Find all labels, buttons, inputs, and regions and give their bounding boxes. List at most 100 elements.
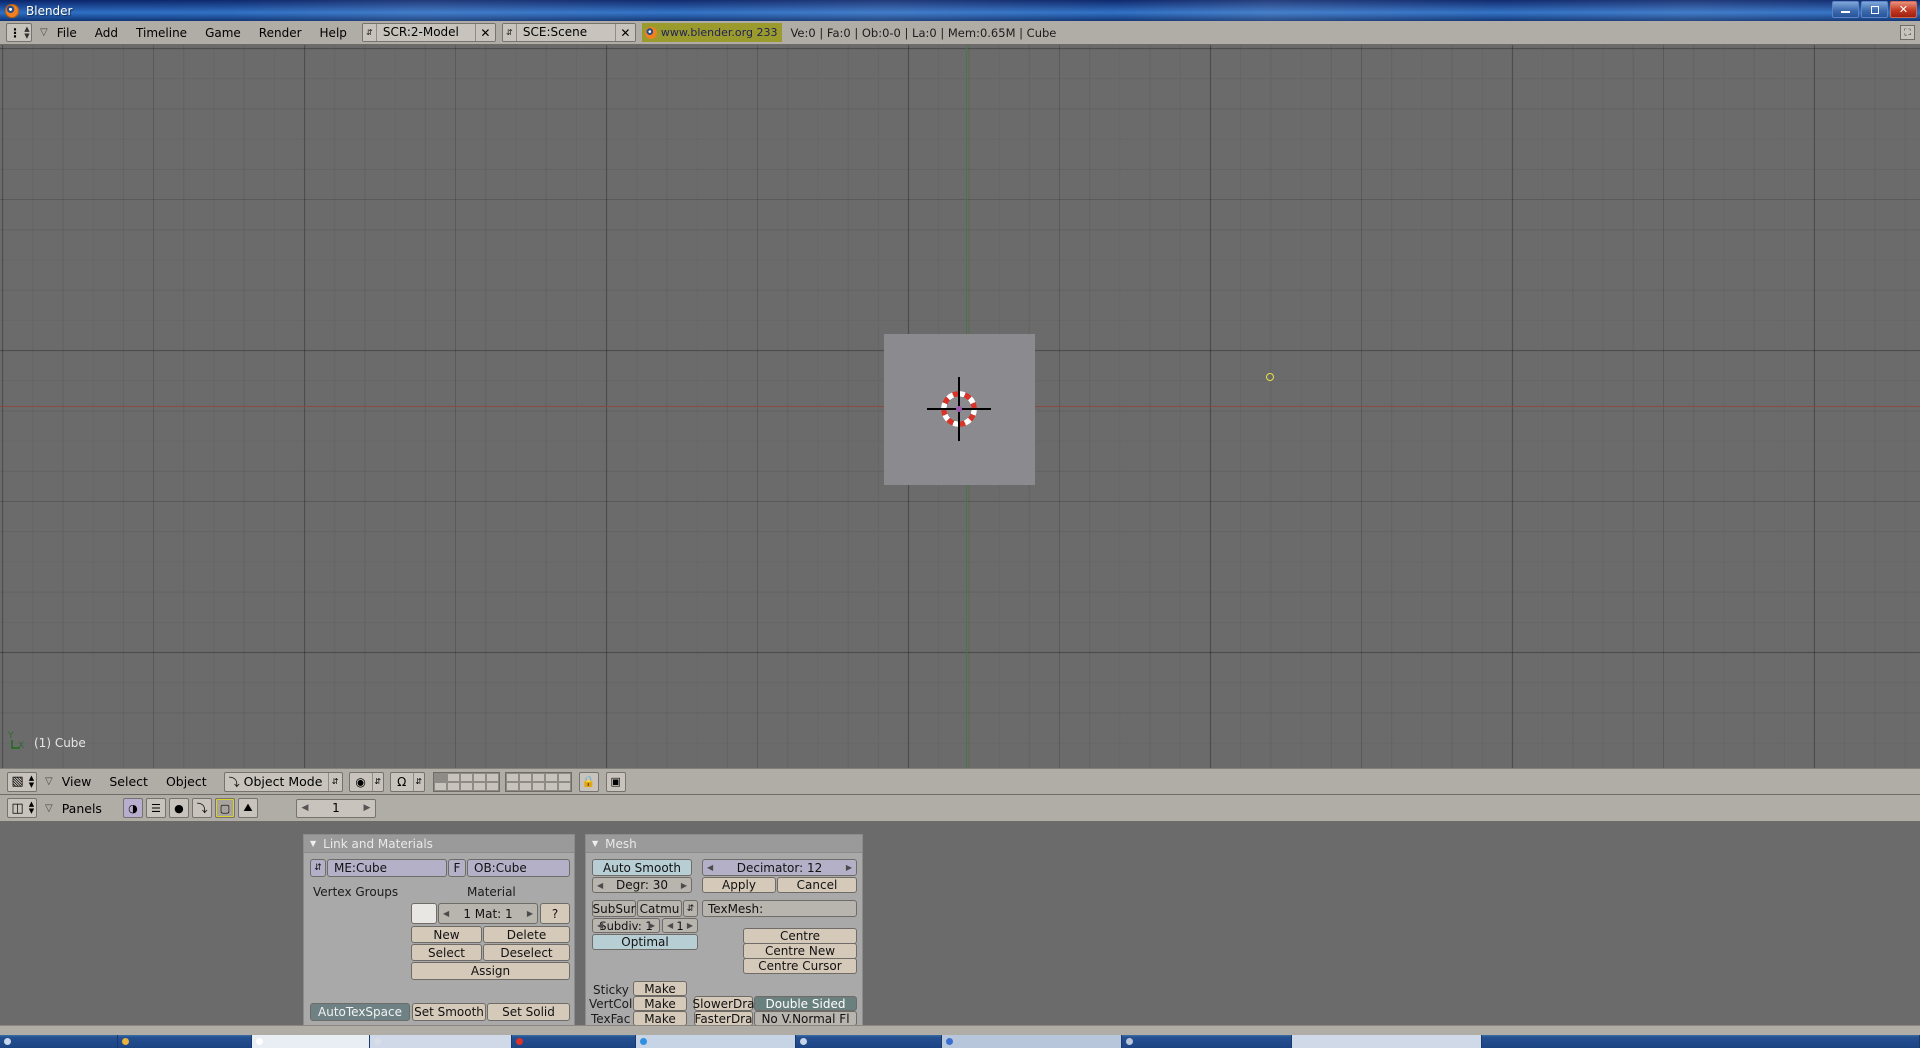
- layer-col[interactable]: [532, 773, 545, 791]
- mesh-browse-button[interactable]: ⇵: [310, 859, 326, 877]
- view3d-menu-view[interactable]: View: [53, 774, 101, 789]
- make-vertcol-button[interactable]: Make: [633, 996, 687, 1011]
- lock-layers-icon[interactable]: 🔒: [579, 772, 599, 792]
- layer-button[interactable]: [486, 782, 499, 791]
- current-frame-field[interactable]: ◀ 1 ▶: [296, 799, 376, 818]
- render-preview-icon[interactable]: ▣: [606, 772, 626, 792]
- taskbar-item[interactable]: [1122, 1035, 1292, 1048]
- minimize-button[interactable]: [1832, 1, 1859, 18]
- increase-subdiv-render-arrow-icon[interactable]: ▶: [687, 921, 693, 930]
- collapse-menu-arrow-icon[interactable]: ▽: [45, 776, 53, 787]
- layer-button[interactable]: [447, 773, 460, 782]
- windows-taskbar[interactable]: [0, 1035, 1920, 1048]
- decrease-decimator-arrow-icon[interactable]: ◀: [707, 863, 713, 872]
- prev-frame-arrow-icon[interactable]: ◀: [297, 803, 313, 813]
- menu-help[interactable]: Help: [311, 26, 356, 40]
- info-window-type-button[interactable]: ⋮ ▲▼: [6, 23, 32, 42]
- layer-col[interactable]: [447, 773, 460, 791]
- taskbar-item[interactable]: [1292, 1035, 1482, 1048]
- layer-col[interactable]: [506, 773, 519, 791]
- layer-button[interactable]: [486, 773, 499, 782]
- layer-button[interactable]: [473, 773, 486, 782]
- layer-button[interactable]: [545, 782, 558, 791]
- scene-context-icon[interactable]: ⛰: [238, 798, 258, 818]
- auto-tex-space-button[interactable]: AutoTexSpace: [310, 1003, 410, 1021]
- object-name-field[interactable]: OB:Cube: [467, 859, 570, 877]
- menu-add[interactable]: Add: [86, 26, 127, 40]
- set-solid-button[interactable]: Set Solid: [487, 1003, 570, 1021]
- fake-user-button[interactable]: F: [448, 859, 466, 877]
- lamp-object-icon[interactable]: [1266, 373, 1274, 381]
- layer-button[interactable]: [506, 782, 519, 791]
- no-v-normal-flip-button[interactable]: No V.Normal Fl: [754, 1011, 857, 1026]
- layer-buttons-right[interactable]: [505, 772, 572, 792]
- subsurf-type-arrows[interactable]: ⇵: [683, 900, 698, 917]
- panel-collapse-triangle-icon[interactable]: ▼: [592, 839, 598, 848]
- decrease-subdiv-arrow-icon[interactable]: ◀: [597, 921, 603, 930]
- panels-menu[interactable]: Panels: [53, 801, 111, 816]
- layer-button[interactable]: [519, 782, 532, 791]
- layer-button[interactable]: [447, 782, 460, 791]
- layer-button[interactable]: [434, 782, 447, 791]
- layer-col[interactable]: [434, 773, 447, 791]
- taskbar-item[interactable]: [252, 1035, 370, 1048]
- auto-smooth-degr-slider[interactable]: ◀ Degr: 30 ▶: [592, 877, 692, 893]
- scene-browse-icon[interactable]: ⇵: [503, 24, 517, 41]
- scene-selector[interactable]: ⇵ SCE:Scene ✕: [502, 23, 636, 42]
- texmesh-field[interactable]: TexMesh:: [702, 900, 857, 917]
- menu-render[interactable]: Render: [250, 26, 311, 40]
- centre-cursor-button[interactable]: Centre Cursor: [743, 958, 857, 974]
- layer-col[interactable]: [486, 773, 499, 791]
- panel-link-and-materials-title[interactable]: ▼ Link and Materials: [304, 835, 574, 853]
- increase-degr-arrow-icon[interactable]: ▶: [681, 881, 687, 890]
- next-material-arrow-icon[interactable]: ▶: [527, 909, 533, 918]
- screen-browse-icon[interactable]: ⇵: [363, 24, 377, 41]
- screen-name-value[interactable]: SCR:2-Model: [377, 24, 475, 41]
- mesh-name-field[interactable]: ME:Cube: [327, 859, 447, 877]
- layer-button[interactable]: [460, 782, 473, 791]
- assign-vertex-group-button[interactable]: Assign: [411, 962, 570, 980]
- taskbar-item[interactable]: [636, 1035, 796, 1048]
- menu-timeline[interactable]: Timeline: [127, 26, 196, 40]
- taskbar-item[interactable]: [370, 1035, 512, 1048]
- double-sided-button[interactable]: Double Sided: [754, 996, 857, 1011]
- collapse-menu-arrow-icon[interactable]: ▽: [45, 803, 53, 814]
- layer-col[interactable]: [519, 773, 532, 791]
- layer-button[interactable]: [473, 782, 486, 791]
- close-button[interactable]: ✕: [1890, 1, 1917, 18]
- taskbar-item[interactable]: [1482, 1035, 1920, 1048]
- panel-mesh-title[interactable]: ▼ Mesh: [586, 835, 862, 853]
- layer-button[interactable]: [558, 782, 571, 791]
- delete-vertex-group-button[interactable]: Delete: [483, 926, 570, 943]
- layer-button[interactable]: [532, 782, 545, 791]
- rotation-pivot-select[interactable]: Ω ⇵: [390, 772, 425, 792]
- centre-button[interactable]: Centre: [743, 928, 857, 944]
- material-help-button[interactable]: ?: [540, 903, 570, 924]
- draw-type-select[interactable]: ◉ ⇵: [349, 772, 384, 792]
- menu-file[interactable]: File: [48, 26, 86, 40]
- subsurf-type-select[interactable]: Catmu: [637, 900, 682, 917]
- taskbar-item[interactable]: [942, 1035, 1122, 1048]
- view3d-window-type-button[interactable]: ▧ ▲▼: [7, 772, 37, 792]
- screen-selector[interactable]: ⇵ SCR:2-Model ✕: [362, 23, 496, 42]
- decimator-cancel-button[interactable]: Cancel: [777, 877, 857, 893]
- new-vertex-group-button[interactable]: New: [411, 926, 482, 943]
- make-sticky-button[interactable]: Make: [633, 981, 687, 996]
- faster-draw-button[interactable]: FasterDra: [694, 1011, 753, 1026]
- collapse-menu-arrow-icon[interactable]: ▽: [40, 27, 48, 38]
- increase-decimator-arrow-icon[interactable]: ▶: [846, 863, 852, 872]
- auto-smooth-button[interactable]: Auto Smooth: [592, 859, 692, 876]
- decrease-subdiv-render-arrow-icon[interactable]: ◀: [667, 921, 673, 930]
- view3d-menu-object[interactable]: Object: [157, 774, 216, 789]
- set-smooth-button[interactable]: Set Smooth: [412, 1003, 486, 1021]
- editing-context-icon[interactable]: ▢: [215, 798, 235, 818]
- maximize-area-icon[interactable]: ⛶: [1900, 25, 1915, 40]
- shading-context-icon[interactable]: ●: [169, 798, 189, 818]
- centre-new-button[interactable]: Centre New: [743, 943, 857, 959]
- subdiv-slider[interactable]: ◀ Subdiv: 1 ▶: [592, 918, 660, 933]
- subsurf-toggle-button[interactable]: SubSur: [592, 900, 636, 917]
- subdiv-render-slider[interactable]: ◀ 1 ▶: [662, 918, 698, 933]
- taskbar-item[interactable]: [796, 1035, 942, 1048]
- layer-button[interactable]: [519, 773, 532, 782]
- layer-button[interactable]: [532, 773, 545, 782]
